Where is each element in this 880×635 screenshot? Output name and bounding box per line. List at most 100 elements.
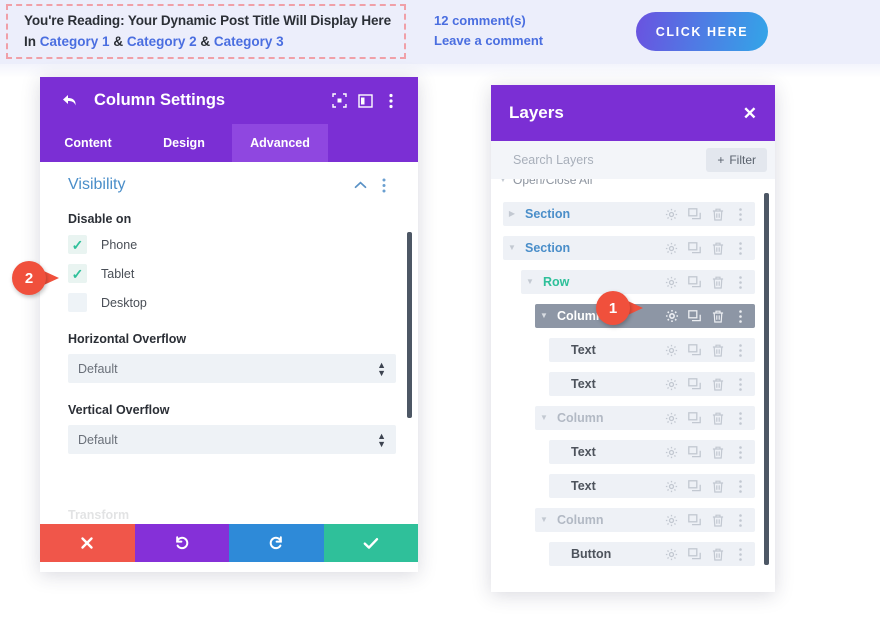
gear-icon[interactable] [662,273,681,291]
undo-button[interactable] [134,524,229,562]
layers-scrollbar-track[interactable] [764,193,769,589]
expand-icon[interactable] [326,90,352,112]
gear-icon[interactable] [662,307,681,325]
more-options-icon[interactable] [731,307,750,325]
search-input[interactable] [513,153,707,167]
layers-scrollbar-thumb[interactable] [764,193,769,565]
tab-design[interactable]: Design [136,124,232,162]
gear-icon[interactable] [662,545,681,563]
layer-row-column-3[interactable]: ▼ Column [535,508,755,532]
layers-list: ▶ Section ▼ Section ▼ Row ▼ Column Text … [491,193,775,592]
duplicate-icon[interactable] [685,273,704,291]
chevron-down-icon[interactable]: ▼ [521,278,539,286]
checkbox-row-desktop[interactable]: Desktop [68,293,396,312]
trash-icon[interactable] [708,273,727,291]
trash-icon[interactable] [708,409,727,427]
gear-icon[interactable] [662,375,681,393]
duplicate-icon[interactable] [685,545,704,563]
layer-row-column-2[interactable]: ▼ Column [535,406,755,430]
checkbox-tablet[interactable]: ✓ [68,264,87,283]
more-options-icon[interactable] [731,511,750,529]
duplicate-icon[interactable] [685,409,704,427]
stepper-arrows-icon: ▲ ▼ [377,359,386,378]
tab-advanced[interactable]: Advanced [232,124,328,162]
open-close-all-label: Open/Close All [513,179,593,187]
vertical-overflow-select[interactable]: Default ▲ ▼ [68,425,396,454]
gear-icon[interactable] [662,443,681,461]
checkbox-desktop[interactable] [68,293,87,312]
settings-panel-title: Column Settings [94,91,226,109]
layer-row-text-4[interactable]: Text [549,474,755,498]
comments-count-link[interactable]: 12 comment(s) [434,11,543,31]
more-options-icon[interactable] [731,443,750,461]
trash-icon[interactable] [708,443,727,461]
more-options-icon[interactable] [731,205,750,223]
trash-icon[interactable] [708,205,727,223]
more-options-icon[interactable] [378,90,404,112]
layer-row-column-1-selected[interactable]: ▼ Column [535,304,755,328]
section-more-options-icon[interactable] [372,178,396,193]
more-options-icon[interactable] [731,239,750,257]
layer-row-button-1[interactable]: Button [549,542,755,566]
more-options-icon[interactable] [731,375,750,393]
duplicate-icon[interactable] [685,477,704,495]
trash-icon[interactable] [708,511,727,529]
layer-row-section-2[interactable]: ▼ Section [503,236,755,260]
duplicate-icon[interactable] [685,239,704,257]
filter-button[interactable]: + Filter [706,148,767,172]
trash-icon[interactable] [708,341,727,359]
gear-icon[interactable] [662,477,681,495]
chevron-right-icon[interactable]: ▶ [503,210,521,218]
gear-icon[interactable] [662,205,681,223]
duplicate-icon[interactable] [685,307,704,325]
chevron-down-icon[interactable]: ▼ [535,312,553,320]
back-arrow-icon[interactable] [58,90,80,112]
settings-scrollbar-thumb[interactable] [407,232,412,418]
trash-icon[interactable] [708,239,727,257]
trash-icon[interactable] [708,307,727,325]
layout-view-icon[interactable] [352,90,378,112]
layer-row-text-2[interactable]: Text [549,372,755,396]
leave-comment-link[interactable]: Leave a comment [434,31,543,51]
gear-icon[interactable] [662,239,681,257]
checkbox-phone[interactable]: ✓ [68,235,87,254]
chevron-down-icon[interactable]: ▼ [503,244,521,252]
duplicate-icon[interactable] [685,375,704,393]
horizontal-overflow-select[interactable]: Default ▲ ▼ [68,354,396,383]
save-button[interactable] [323,524,418,562]
trash-icon[interactable] [708,545,727,563]
gear-icon[interactable] [662,409,681,427]
more-options-icon[interactable] [731,409,750,427]
layer-row-text-1[interactable]: Text [549,338,755,362]
gear-icon[interactable] [662,341,681,359]
checkbox-row-phone[interactable]: ✓ Phone [68,235,396,254]
checkbox-row-tablet[interactable]: ✓ Tablet [68,264,396,283]
more-options-icon[interactable] [731,273,750,291]
tab-content[interactable]: Content [40,124,136,162]
cancel-button[interactable] [40,524,135,562]
chevron-down-icon[interactable]: ▼ [535,414,553,422]
redo-button[interactable] [229,524,324,562]
layer-row-text-3[interactable]: Text [549,440,755,464]
category-link-3[interactable]: Category 3 [214,34,284,49]
more-options-icon[interactable] [731,545,750,563]
settings-scrollbar-track[interactable] [407,232,412,504]
trash-icon[interactable] [708,477,727,495]
more-options-icon[interactable] [731,477,750,495]
close-icon[interactable]: ✕ [743,105,757,122]
category-link-2[interactable]: Category 2 [127,34,197,49]
duplicate-icon[interactable] [685,205,704,223]
layer-row-section-1[interactable]: ▶ Section [503,202,755,226]
click-here-button[interactable]: CLICK HERE [636,12,768,51]
open-close-all-row[interactable]: ▼ Open/Close All [491,179,775,193]
duplicate-icon[interactable] [685,511,704,529]
gear-icon[interactable] [662,511,681,529]
chevron-down-icon[interactable]: ▼ [535,516,553,524]
category-link-1[interactable]: Category 1 [40,34,110,49]
trash-icon[interactable] [708,375,727,393]
duplicate-icon[interactable] [685,341,704,359]
duplicate-icon[interactable] [685,443,704,461]
layer-row-row-1[interactable]: ▼ Row [521,270,755,294]
more-options-icon[interactable] [731,341,750,359]
chevron-up-icon[interactable] [348,181,372,189]
